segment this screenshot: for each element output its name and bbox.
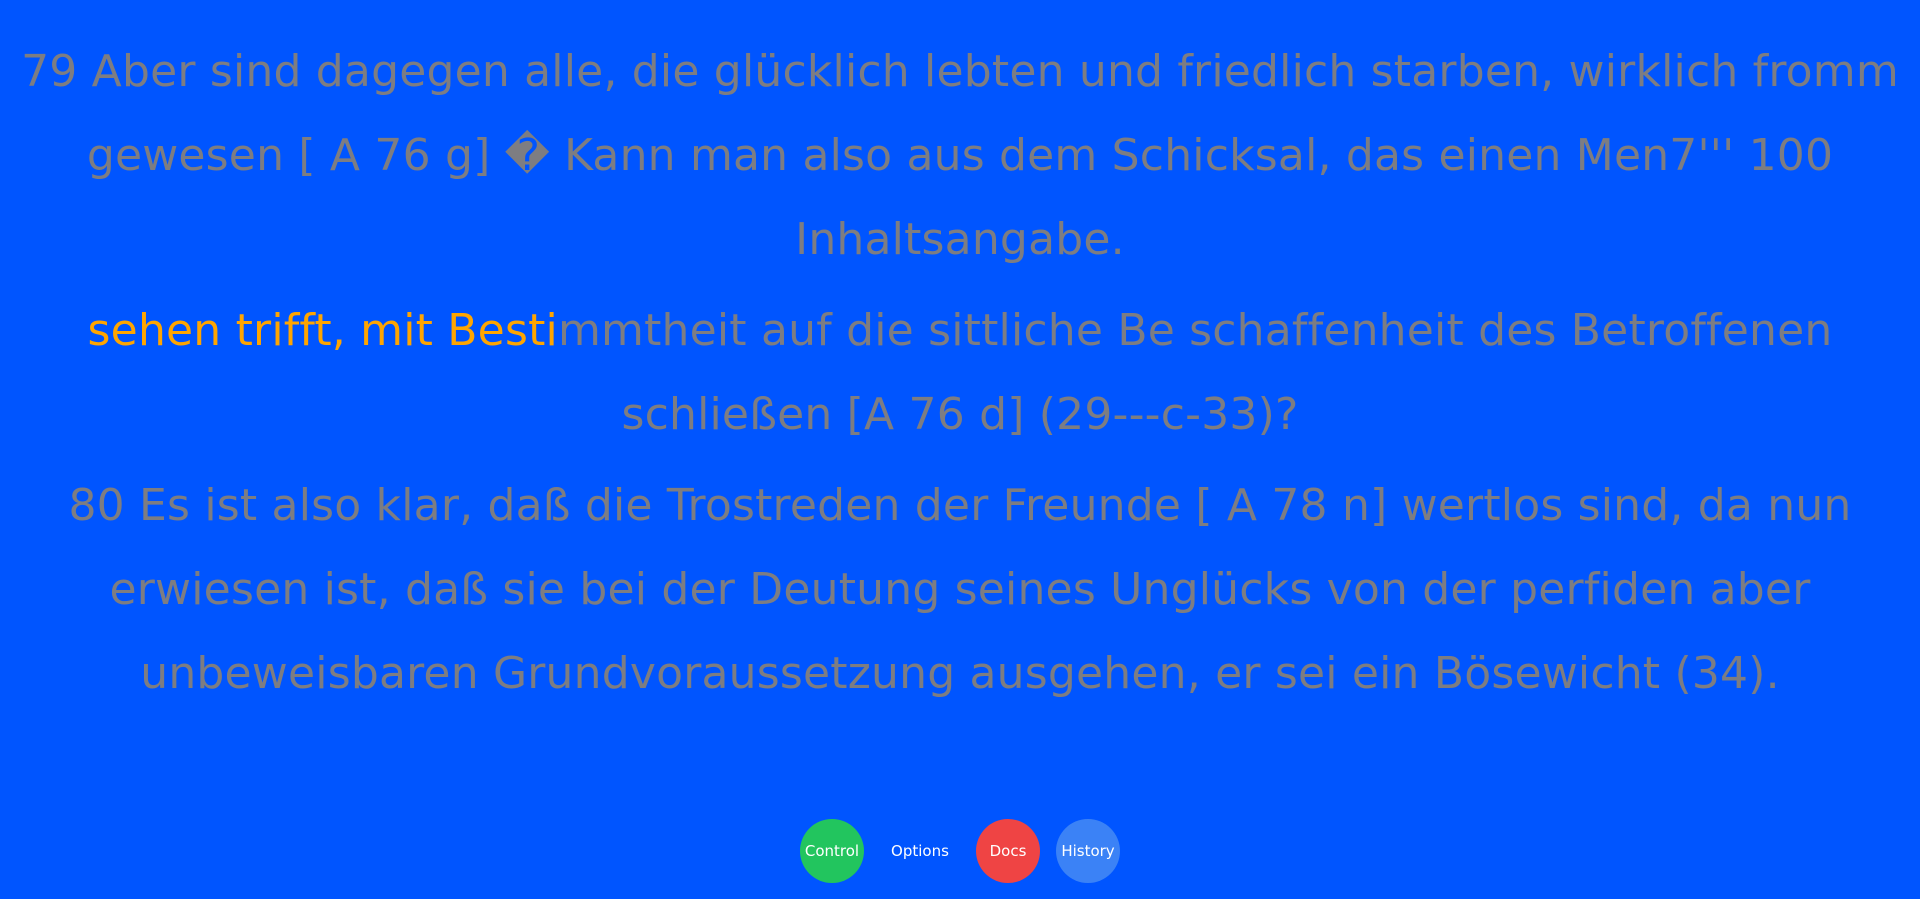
paragraph-79: 79 Aber sind dagegen alle, die glücklich… [20, 30, 1900, 282]
options-button-label: Options [891, 842, 949, 860]
history-button[interactable]: History [1056, 819, 1120, 883]
control-button[interactable]: Control [800, 819, 864, 883]
highlighted-reading-position: sehen trifft, mit Besti [87, 305, 558, 356]
paragraph-79-text: 79 Aber sind dagegen alle, die glücklich… [21, 46, 1899, 265]
docs-button[interactable]: Docs [976, 819, 1040, 883]
bottom-control-bar: Control Options Docs History [0, 819, 1920, 883]
reading-text-area: 79 Aber sind dagegen alle, die glücklich… [20, 30, 1900, 716]
paragraph-current-rest: mmtheit auf die sittliche Be schaffenhei… [557, 305, 1833, 440]
history-button-label: History [1061, 842, 1115, 860]
paragraph-80: 80 Es ist also klar, daß die Trostreden … [20, 464, 1900, 716]
reader-screen: 79 Aber sind dagegen alle, die glücklich… [0, 0, 1920, 899]
paragraph-80-text: 80 Es ist also klar, daß die Trostreden … [68, 480, 1852, 699]
options-button[interactable]: Options [880, 819, 960, 883]
control-button-label: Control [804, 842, 860, 860]
paragraph-current: sehen trifft, mit Bestimmtheit auf die s… [20, 289, 1900, 457]
docs-button-label: Docs [989, 842, 1027, 860]
